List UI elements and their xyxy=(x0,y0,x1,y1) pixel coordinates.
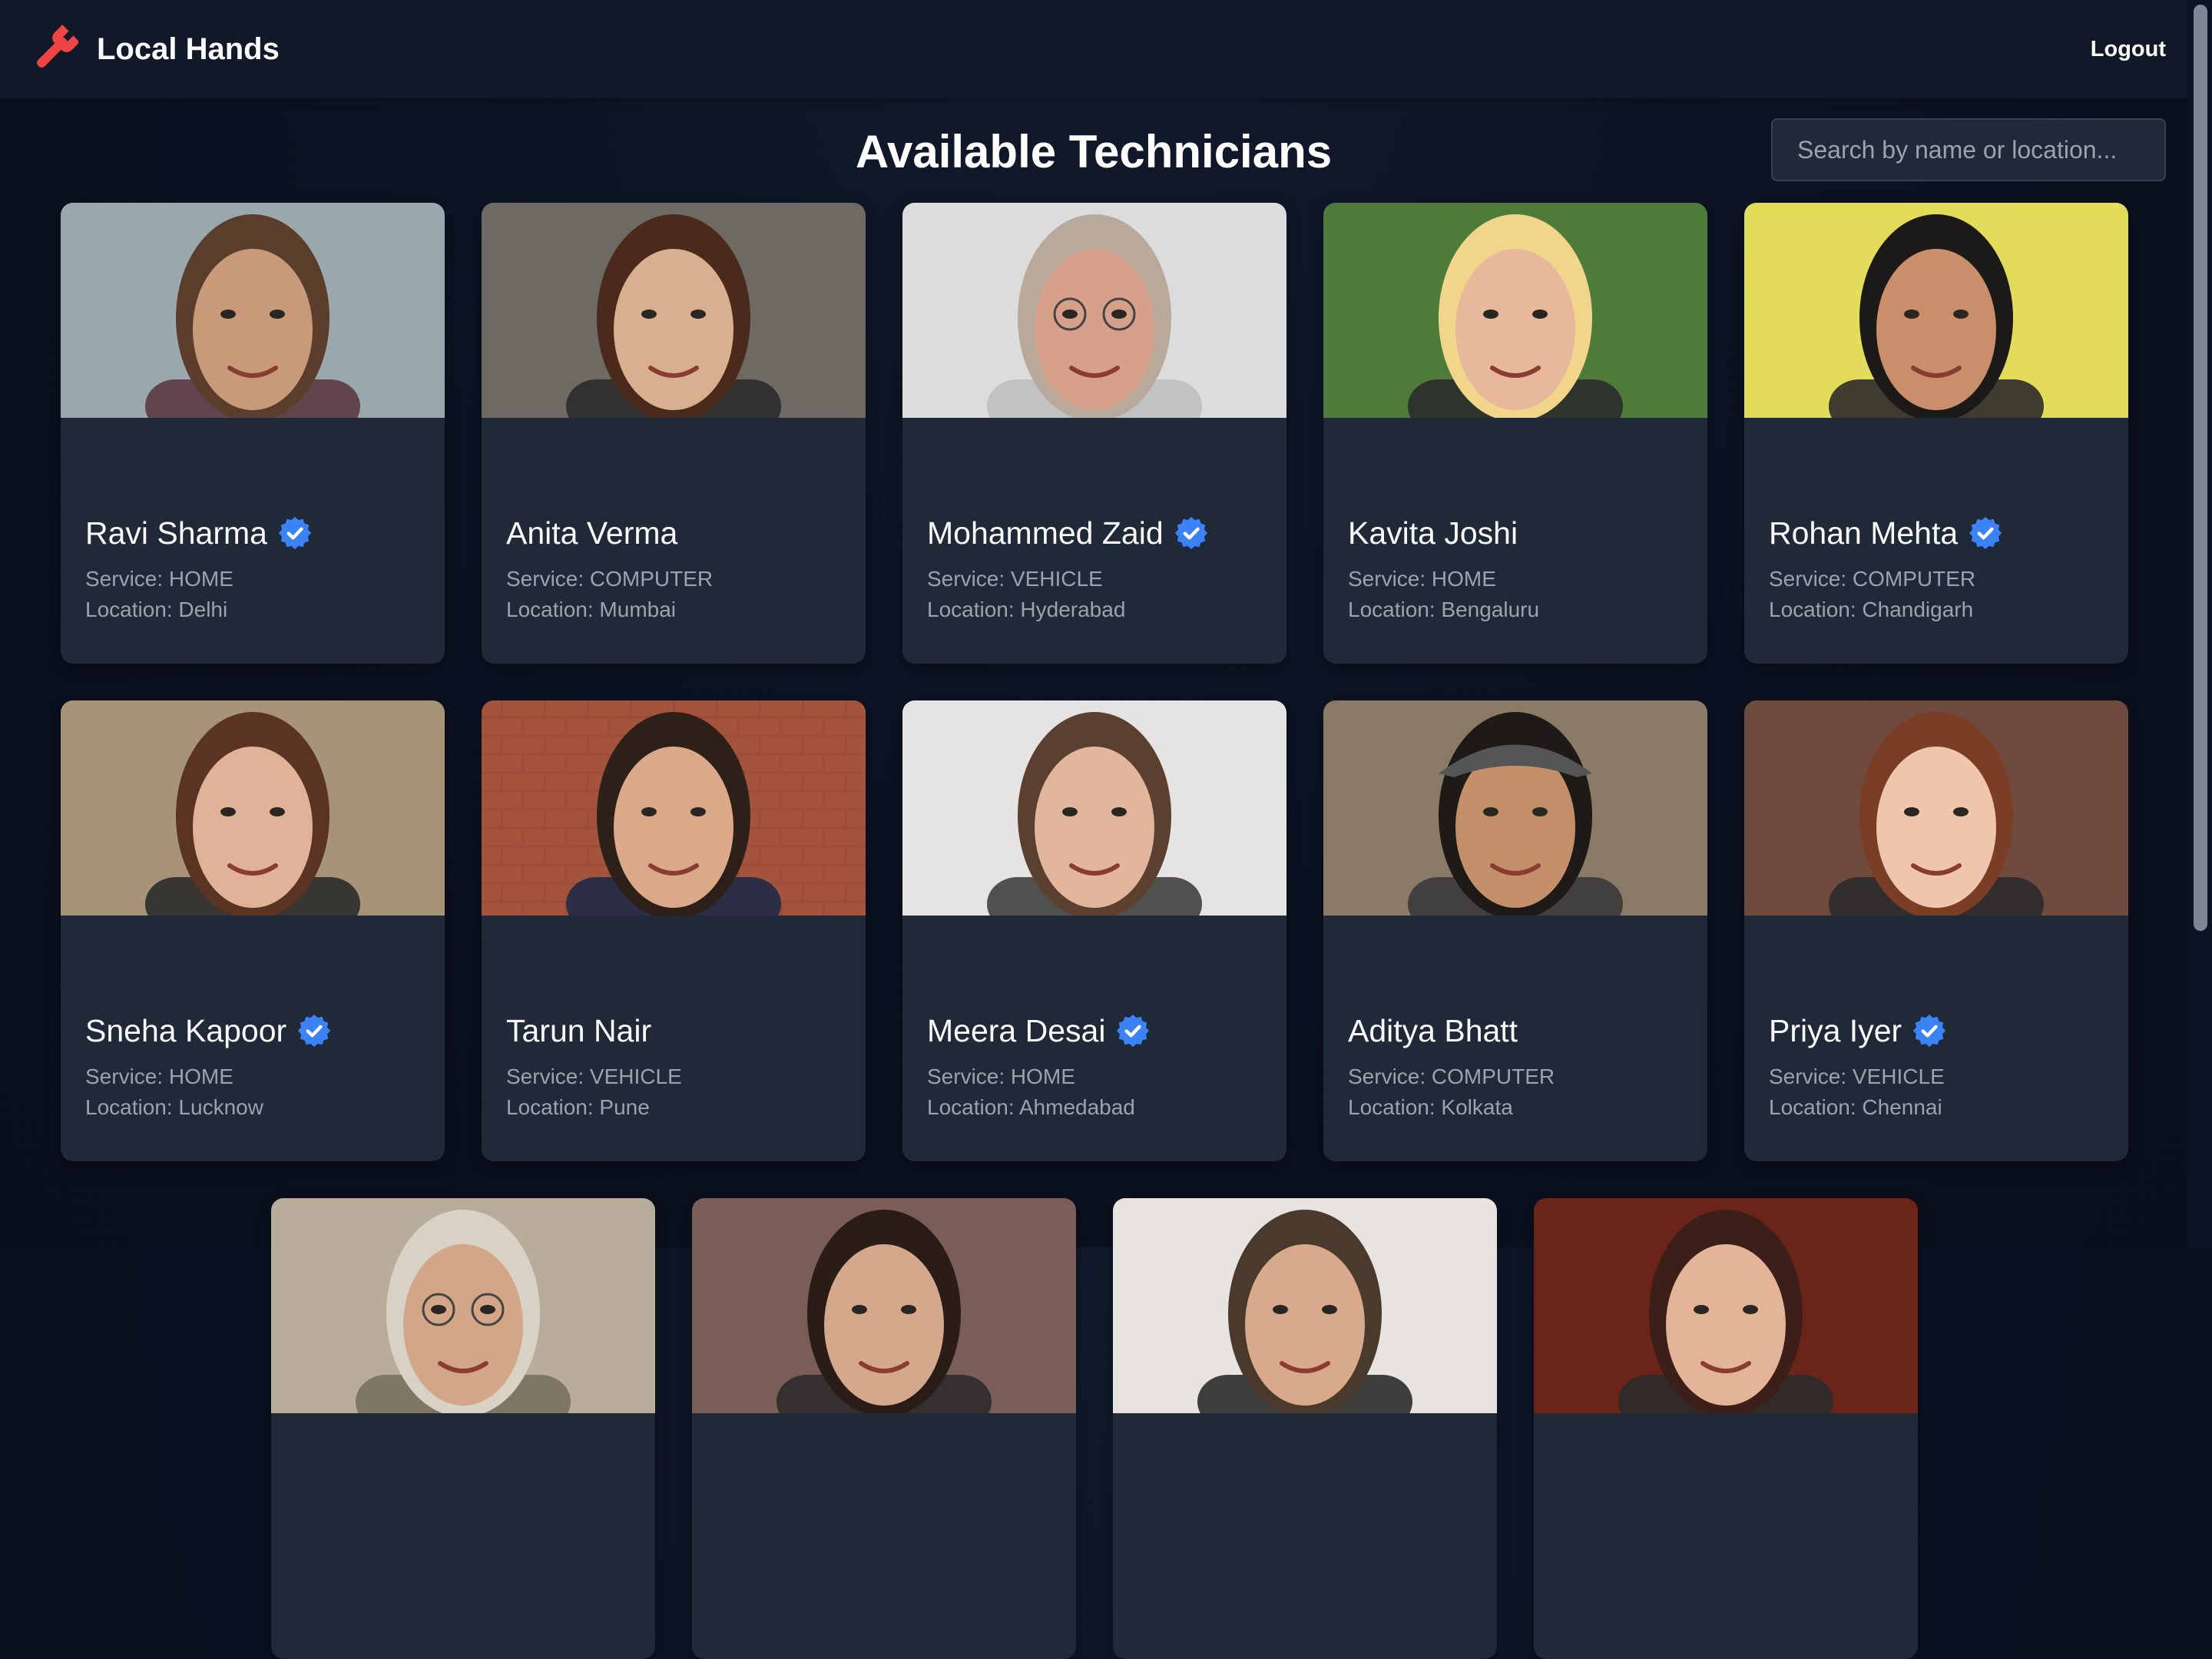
technician-card[interactable]: Rohan Mehta Service: COMPUTER Location: Ch… xyxy=(1744,203,2128,664)
technician-photo xyxy=(61,700,445,916)
technician-grid: Ravi Sharma Service: HOME Location: Delhi A… xyxy=(0,0,2187,1659)
verified-badge-icon xyxy=(1117,1014,1150,1048)
technician-service: Service: VEHICLE xyxy=(927,567,1103,591)
technician-name: Tarun Nair xyxy=(506,1012,652,1048)
technician-location: Location: Chennai xyxy=(1769,1095,1942,1119)
technician-name: Priya Iyer xyxy=(1769,1012,1902,1048)
technician-service: Service: COMPUTER xyxy=(1348,1065,1555,1088)
technician-location: Location: Kolkata xyxy=(1348,1095,1513,1119)
technician-card[interactable]: Meera Desai Service: HOME Location: Ahmeda… xyxy=(902,700,1286,1161)
scrollbar-thumb[interactable] xyxy=(2194,5,2207,931)
technician-photo xyxy=(1744,203,2128,418)
technician-photo xyxy=(1534,1198,1918,1413)
technician-name-row: Sneha Kapoor xyxy=(85,1008,331,1054)
technician-name-row: Tarun Nair xyxy=(506,1008,651,1054)
technician-name: Sneha Kapoor xyxy=(85,1012,287,1048)
technician-name: Kavita Joshi xyxy=(1348,515,1518,551)
technician-photo-image xyxy=(902,203,1286,418)
verified-badge-icon xyxy=(298,1014,331,1048)
technician-photo-image xyxy=(1323,203,1707,418)
technician-location: Location: Chandigarh xyxy=(1769,598,1974,621)
technician-service: Service: COMPUTER xyxy=(506,567,714,591)
technician-service: Service: COMPUTER xyxy=(1769,567,1976,591)
technician-photo-image xyxy=(1323,700,1707,916)
technician-name: Aditya Bhatt xyxy=(1348,1012,1518,1048)
technician-card[interactable] xyxy=(692,1198,1076,1659)
technician-card[interactable]: Tarun Nair Service: VEHICLE Location: Pune xyxy=(482,700,866,1161)
technician-photo xyxy=(1113,1198,1497,1413)
technician-card[interactable]: Priya Iyer Service: VEHICLE Location: Chen… xyxy=(1744,700,2128,1161)
technician-photo xyxy=(482,700,866,916)
technician-name-row: Mohammed Zaid xyxy=(927,510,1208,556)
technician-card[interactable]: Aditya Bhatt Service: COMPUTER Location: K… xyxy=(1323,700,1707,1161)
scrollbar[interactable] xyxy=(2187,0,2212,1247)
technician-service: Service: VEHICLE xyxy=(506,1065,682,1088)
technician-service: Service: HOME xyxy=(927,1065,1075,1088)
technician-location: Location: Ahmedabad xyxy=(927,1095,1135,1119)
verified-badge-icon xyxy=(1174,516,1207,550)
technician-service: Service: HOME xyxy=(1348,567,1496,591)
technician-name: Mohammed Zaid xyxy=(927,515,1164,551)
technician-name-row: Aditya Bhatt xyxy=(1348,1008,1518,1054)
technician-name-row: Meera Desai xyxy=(927,1008,1150,1054)
technician-service: Service: HOME xyxy=(85,567,233,591)
technician-photo-image xyxy=(1534,1198,1918,1413)
technician-location: Location: Pune xyxy=(506,1095,650,1119)
technician-photo xyxy=(271,1198,655,1413)
technician-photo xyxy=(902,203,1286,418)
verified-badge-icon xyxy=(1969,516,2002,550)
technician-card[interactable]: Mohammed Zaid Service: VEHICLE Location: H… xyxy=(902,203,1286,664)
technician-card[interactable] xyxy=(271,1198,655,1659)
verified-badge-icon xyxy=(1913,1014,1946,1048)
technician-photo-image xyxy=(482,203,866,418)
technician-name: Rohan Mehta xyxy=(1769,515,1959,551)
technician-name-row: Rohan Mehta xyxy=(1769,510,2002,556)
technician-name: Meera Desai xyxy=(927,1012,1106,1048)
technician-card[interactable]: Anita Verma Service: COMPUTER Location: Mu… xyxy=(482,203,866,664)
technician-photo xyxy=(692,1198,1076,1413)
technician-service: Service: HOME xyxy=(85,1065,233,1088)
technician-card[interactable]: Sneha Kapoor Service: HOME Location: Luckn… xyxy=(61,700,445,1161)
technician-name-row: Ravi Sharma xyxy=(85,510,312,556)
technician-photo xyxy=(482,203,866,418)
technician-location: Location: Bengaluru xyxy=(1348,598,1540,621)
technician-photo-image xyxy=(61,700,445,916)
technician-photo-image xyxy=(692,1198,1076,1413)
technician-card[interactable]: Kavita Joshi Service: HOME Location: Benga… xyxy=(1323,203,1707,664)
technician-location: Location: Mumbai xyxy=(506,598,677,621)
technician-photo xyxy=(1744,700,2128,916)
technician-name: Ravi Sharma xyxy=(85,515,267,551)
technician-name-row: Kavita Joshi xyxy=(1348,510,1518,556)
technician-photo-image xyxy=(1744,700,2128,916)
technician-photo xyxy=(1323,203,1707,418)
technician-card[interactable]: Ravi Sharma Service: HOME Location: Delhi xyxy=(61,203,445,664)
technician-photo-image xyxy=(1113,1198,1497,1413)
technician-card[interactable] xyxy=(1534,1198,1918,1659)
technician-photo-image xyxy=(482,700,866,916)
technician-photo-image xyxy=(902,700,1286,916)
technician-name-row: Priya Iyer xyxy=(1769,1008,1946,1054)
technician-photo xyxy=(902,700,1286,916)
verified-badge-icon xyxy=(278,516,312,550)
technician-photo-image xyxy=(1744,203,2128,418)
technician-location: Location: Hyderabad xyxy=(927,598,1126,621)
technician-name: Anita Verma xyxy=(506,515,678,551)
technician-photo-image xyxy=(61,203,445,418)
technician-name-row: Anita Verma xyxy=(506,510,677,556)
technician-location: Location: Lucknow xyxy=(85,1095,263,1119)
technician-photo-image xyxy=(271,1198,655,1413)
technician-location: Location: Delhi xyxy=(85,598,228,621)
technician-photo xyxy=(1323,700,1707,916)
technician-service: Service: VEHICLE xyxy=(1769,1065,1945,1088)
technician-card[interactable] xyxy=(1113,1198,1497,1659)
technician-photo xyxy=(61,203,445,418)
